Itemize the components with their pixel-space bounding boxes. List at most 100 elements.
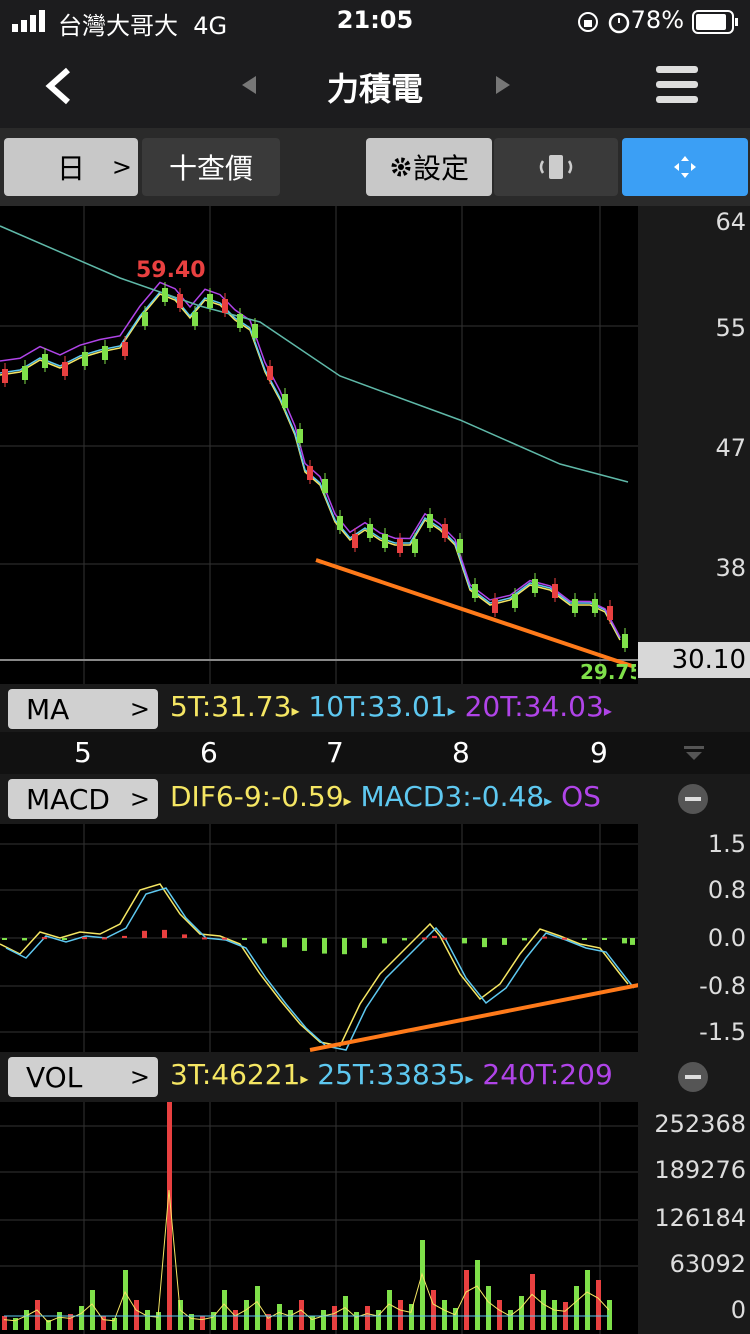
volume-bar <box>134 1300 139 1330</box>
query-price-button[interactable]: 十查價 <box>142 138 280 196</box>
osc-bar <box>42 937 47 940</box>
osc-value: OS <box>561 780 601 813</box>
candle-body <box>207 294 213 308</box>
ma10-arrow-icon: ▸ <box>447 701 456 720</box>
osc-bar <box>630 938 635 945</box>
osc-bar <box>462 938 467 944</box>
remove-vol-icon[interactable] <box>678 1062 708 1092</box>
volume-bar <box>200 1316 205 1330</box>
volume-chart[interactable]: 252368 189276 126184 63092 0 <box>0 1102 750 1334</box>
macd-tick: -1.5 <box>699 1018 746 1046</box>
osc-bar <box>422 937 427 940</box>
price-chart[interactable]: 64 55 47 38 30.10 59.40 29.75 <box>0 206 750 684</box>
candle-body <box>192 312 198 326</box>
volume-bar <box>299 1300 304 1330</box>
volume-bar <box>464 1270 469 1330</box>
candle-body <box>162 288 168 302</box>
candle-body <box>252 324 258 338</box>
volume-bar <box>519 1296 524 1330</box>
osc-bar <box>602 938 607 940</box>
trendline-annotation <box>315 558 633 668</box>
settings-button[interactable]: 設定 <box>366 138 492 196</box>
osc-bar <box>82 937 87 940</box>
candle-body <box>382 534 388 548</box>
ma20-value: 20T:34.03 <box>464 690 604 723</box>
candle-body <box>492 599 498 613</box>
volume-bar <box>486 1286 491 1330</box>
osc-bar <box>242 938 247 940</box>
date-axis: 5 6 7 8 9 <box>0 732 750 774</box>
vol240-value: 240T:209 <box>482 1058 613 1091</box>
osc-bar <box>182 934 187 938</box>
ma-button-label: MA <box>26 692 70 726</box>
osc-bar <box>142 930 147 938</box>
dif-value: DIF6-9:-0.59 <box>170 780 344 813</box>
chart-toolbar: 日 > 十查價 設定 <box>0 128 750 206</box>
vol-tick: 63092 <box>669 1250 746 1278</box>
candle-body <box>297 429 303 443</box>
candle-body <box>142 312 148 326</box>
period-selector-button[interactable]: 日 > <box>4 138 138 196</box>
candlestick-plot <box>0 206 638 684</box>
volume-bar <box>255 1286 260 1330</box>
date-label: 9 <box>590 736 608 769</box>
osc-bar <box>302 938 307 951</box>
macd-button[interactable]: MACD > <box>8 779 158 819</box>
osc-bar <box>562 937 567 940</box>
candle-body <box>592 599 598 613</box>
vol-tick: 0 <box>730 1296 746 1324</box>
hamburger-icon[interactable] <box>656 64 698 104</box>
volume-bar <box>497 1300 502 1330</box>
volume-bar <box>57 1312 62 1330</box>
candle-body <box>412 539 418 553</box>
macd-plot <box>0 824 638 1052</box>
candle-body <box>622 634 628 648</box>
candle-body <box>177 294 183 308</box>
vol3-value: 3T:46221 <box>170 1058 301 1091</box>
volume-bar <box>387 1290 392 1330</box>
volume-bar <box>508 1310 513 1330</box>
ma-indicator-bar: MA > 5T:31.73▸ 10T:33.01▸ 20T:34.03▸ <box>0 684 750 732</box>
rotate-icon <box>539 155 573 179</box>
period-label: 日 <box>56 152 85 185</box>
volume-bar <box>574 1286 579 1330</box>
rotate-button[interactable] <box>494 138 618 196</box>
volume-bar <box>607 1300 612 1330</box>
ma10-value: 10T:33.01 <box>308 690 448 723</box>
low-price-label: 29.75 <box>580 660 636 684</box>
fullscreen-button[interactable] <box>622 138 748 196</box>
candle-body <box>397 539 403 553</box>
next-stock-icon[interactable] <box>496 76 510 94</box>
volume-bar <box>178 1300 183 1330</box>
vol3-arrow-icon: ▸ <box>300 1069 309 1088</box>
osc-bar <box>122 935 127 938</box>
volume-bar <box>530 1274 535 1330</box>
osc-bar <box>362 938 367 948</box>
osc-bar <box>2 938 7 940</box>
chevron-right-icon: > <box>129 695 150 723</box>
osc-bar <box>432 935 437 938</box>
macd-tick: 1.5 <box>707 830 746 858</box>
volume-bar <box>442 1300 447 1330</box>
osc-bar <box>262 938 267 944</box>
macd-chart[interactable]: 1.5 0.8 0.0 -0.8 -1.5 <box>0 824 750 1052</box>
collapse-arrow-icon[interactable] <box>684 746 704 762</box>
vol-tick: 126184 <box>654 1204 746 1232</box>
vol-button-label: VOL <box>26 1060 83 1094</box>
osc-bar <box>282 938 287 948</box>
osc-bar <box>622 938 627 944</box>
date-label: 7 <box>326 736 344 769</box>
volume-bar <box>35 1300 40 1330</box>
candle-body <box>307 466 313 480</box>
volume-bar <box>585 1270 590 1330</box>
macd-tick: 0.8 <box>707 876 746 904</box>
osc-bar <box>62 938 67 940</box>
remove-macd-icon[interactable] <box>678 784 708 814</box>
candle-body <box>282 394 288 408</box>
candle-body <box>42 354 48 368</box>
price-tick: 38 <box>715 554 746 582</box>
vol-button[interactable]: VOL > <box>8 1057 158 1097</box>
ma-button[interactable]: MA > <box>8 689 158 729</box>
volume-bar <box>409 1304 414 1330</box>
volume-bar <box>2 1316 7 1330</box>
